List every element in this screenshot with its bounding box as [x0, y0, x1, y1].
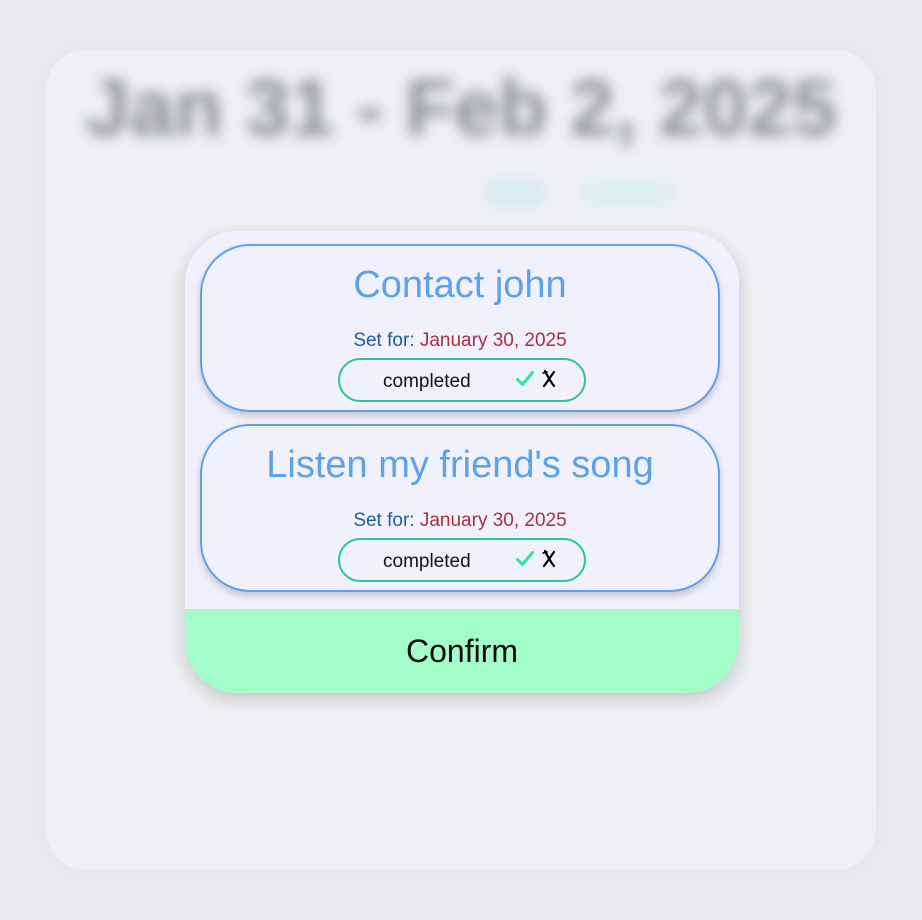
task-set-for: Set for: January 30, 2025 [202, 510, 718, 532]
set-for-label: Set for: [353, 330, 415, 351]
task-title: Listen my friend's song [266, 444, 654, 486]
confirm-button[interactable]: Confirm [185, 609, 739, 693]
x-icon[interactable] [541, 549, 557, 569]
task-card: Listen my friend's song Set for: January… [200, 424, 720, 592]
background-tab [376, 178, 448, 208]
task-card: Contact john Set for: January 30, 2025 c… [200, 244, 720, 412]
task-set-for: Set for: January 30, 2025 [202, 330, 718, 352]
task-title: Contact john [353, 264, 567, 306]
task-date: January 30, 2025 [419, 510, 567, 531]
set-for-label: Set for: [353, 510, 415, 531]
background-tab [582, 178, 674, 208]
background-date-range-title: Jan 31 - Feb 2, 2025 [85, 63, 837, 152]
task-status-text: completed [383, 551, 471, 572]
background-tab [484, 178, 546, 208]
task-status-pill: completed [338, 538, 586, 582]
task-confirmation-modal: Contact john Set for: January 30, 2025 c… [185, 231, 739, 693]
background-tab-bar [0, 178, 922, 208]
task-status-pill: completed [338, 358, 586, 402]
task-status-text: completed [383, 371, 471, 392]
check-icon[interactable] [516, 370, 534, 388]
background-tab [248, 178, 340, 208]
x-icon[interactable] [541, 369, 557, 389]
task-date: January 30, 2025 [419, 330, 567, 351]
check-icon[interactable] [516, 550, 534, 568]
